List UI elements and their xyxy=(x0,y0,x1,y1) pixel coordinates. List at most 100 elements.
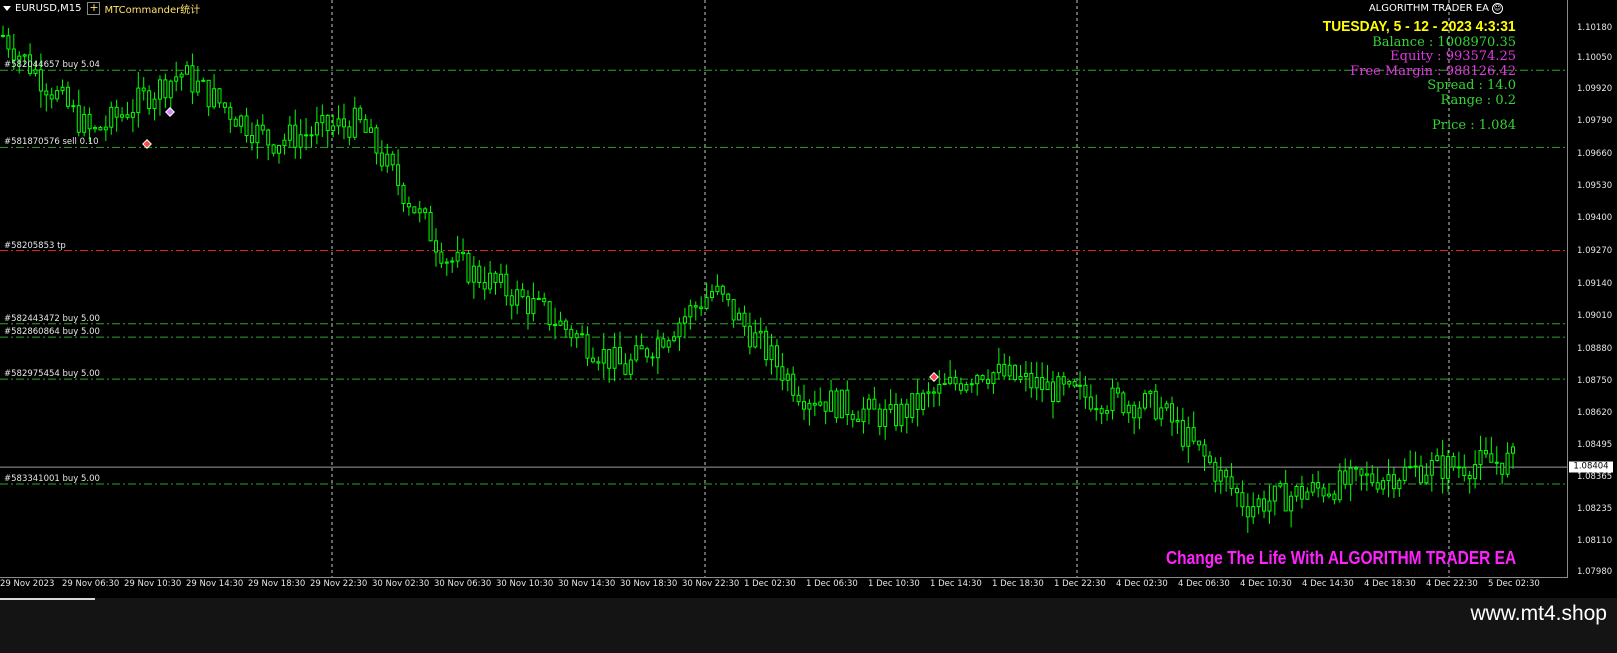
trade-marker xyxy=(929,372,939,382)
plus-icon[interactable]: + xyxy=(87,1,101,15)
candle-body xyxy=(590,357,595,363)
trade-label[interactable]: #582044657 buy 5.04 xyxy=(4,60,100,70)
candle-body xyxy=(1283,483,1288,512)
candle-body xyxy=(1083,384,1088,398)
time-tick: 4 Dec 10:30 xyxy=(1240,579,1292,589)
price-tick: 1.08880 xyxy=(1577,344,1613,354)
candle-body xyxy=(1,34,5,37)
candle-body xyxy=(628,359,633,375)
candle-body xyxy=(201,79,206,82)
price-tick: 1.09790 xyxy=(1577,116,1613,126)
candle-body xyxy=(1153,390,1158,420)
trade-label[interactable]: #58205853 tp xyxy=(4,241,66,251)
trade-label[interactable]: #582443472 buy 5.00 xyxy=(4,314,100,324)
candle-body xyxy=(1337,470,1342,501)
time-tick: 30 Nov 06:30 xyxy=(434,579,492,589)
candle-body xyxy=(1002,363,1007,377)
candle-body xyxy=(731,299,736,321)
candle-body xyxy=(1164,403,1169,409)
candle-body xyxy=(986,379,991,384)
candle-body xyxy=(136,87,141,114)
candle-body xyxy=(114,106,119,118)
candle-body xyxy=(1446,456,1451,479)
candle-body xyxy=(791,373,796,396)
candle-body xyxy=(498,273,503,283)
candle-body xyxy=(76,105,81,133)
candle-body xyxy=(580,333,585,336)
candle-body xyxy=(558,320,563,326)
site-url[interactable]: www.mt4.shop xyxy=(1470,602,1607,626)
candle-body xyxy=(1023,372,1028,377)
price-tick: 1.09400 xyxy=(1577,213,1613,223)
candle-body xyxy=(174,76,179,82)
candle-body xyxy=(709,291,714,299)
current-price-tag: 1.08404 xyxy=(1569,461,1613,473)
candle-body xyxy=(542,298,547,303)
candle-body xyxy=(6,35,11,50)
price-tick: 1.09010 xyxy=(1577,311,1613,321)
candle-body xyxy=(98,127,103,131)
candle-body xyxy=(931,391,936,394)
price-axis[interactable]: 1.10180 1.10050 1.09920 1.09790 1.09660 1.095… xyxy=(1568,0,1617,578)
candle-body xyxy=(1326,493,1331,497)
candle-body xyxy=(455,251,460,262)
time-tick: 4 Dec 22:30 xyxy=(1426,579,1478,589)
candle-body xyxy=(802,401,807,410)
candle-body xyxy=(482,282,487,290)
candle-body xyxy=(1045,381,1050,391)
candle-body xyxy=(65,86,70,107)
trade-label[interactable]: #581870576 sell 0.10 xyxy=(4,137,99,147)
candle-body xyxy=(726,293,731,301)
candle-body xyxy=(352,107,357,138)
candle-body xyxy=(1213,461,1218,482)
time-tick: 29 Nov 14:30 xyxy=(186,579,244,589)
time-tick: 4 Dec 18:30 xyxy=(1364,579,1416,589)
candle-body xyxy=(677,322,682,338)
smiley-icon: ☺ xyxy=(1492,3,1503,14)
chart-area[interactable]: EURUSD,M15 + MTCommander统计 ALGORITHM TRA… xyxy=(0,0,1568,578)
chevron-down-icon[interactable] xyxy=(3,5,11,11)
candle-body xyxy=(1397,479,1402,490)
candle-body xyxy=(1245,506,1250,518)
candle-body xyxy=(666,340,671,348)
candle-body xyxy=(461,251,466,255)
candle-body xyxy=(585,334,590,359)
candle-body xyxy=(423,208,428,213)
candle-body xyxy=(1229,476,1234,489)
candle-body xyxy=(515,289,520,306)
tab-indicator[interactable] xyxy=(0,598,95,600)
time-tick: 4 Dec 06:30 xyxy=(1178,579,1230,589)
candle-body xyxy=(22,54,27,57)
trade-label[interactable]: #583341001 buy 5.00 xyxy=(4,474,100,484)
candle-body xyxy=(948,376,953,384)
candle-body xyxy=(785,373,790,381)
trade-label[interactable]: #582975454 buy 5.00 xyxy=(4,369,100,379)
candle-body xyxy=(645,348,650,358)
footer-bar: www.mt4.shop xyxy=(0,598,1617,653)
candle-body xyxy=(883,408,888,427)
candle-body xyxy=(82,113,87,133)
candle-body xyxy=(341,118,346,128)
candle-body xyxy=(742,312,747,327)
candle-body xyxy=(1500,462,1505,475)
time-axis[interactable]: 29 Nov 2023 29 Nov 06:30 29 Nov 10:30 29 No… xyxy=(0,578,1568,598)
price-tick: 1.10180 xyxy=(1577,23,1613,33)
candle-body xyxy=(179,73,184,78)
candle-body xyxy=(277,144,282,154)
candle-body xyxy=(255,124,260,144)
candle-body xyxy=(980,375,985,381)
candle-body xyxy=(406,202,411,208)
candle-body xyxy=(1424,474,1429,484)
candle-body xyxy=(1034,377,1039,389)
candle-body xyxy=(796,394,801,403)
trade-label[interactable]: #582860864 buy 5.00 xyxy=(4,327,100,337)
candle-body xyxy=(44,90,49,96)
range-label: Range : 0.2 xyxy=(1440,92,1516,108)
candle-body xyxy=(1240,492,1245,508)
candle-body xyxy=(536,297,541,300)
candle-body xyxy=(157,79,162,100)
chart-header: EURUSD,M15 + MTCommander统计 xyxy=(0,0,200,16)
candle-body xyxy=(185,65,190,75)
candle-body xyxy=(1094,408,1099,411)
candle-body xyxy=(49,94,54,100)
